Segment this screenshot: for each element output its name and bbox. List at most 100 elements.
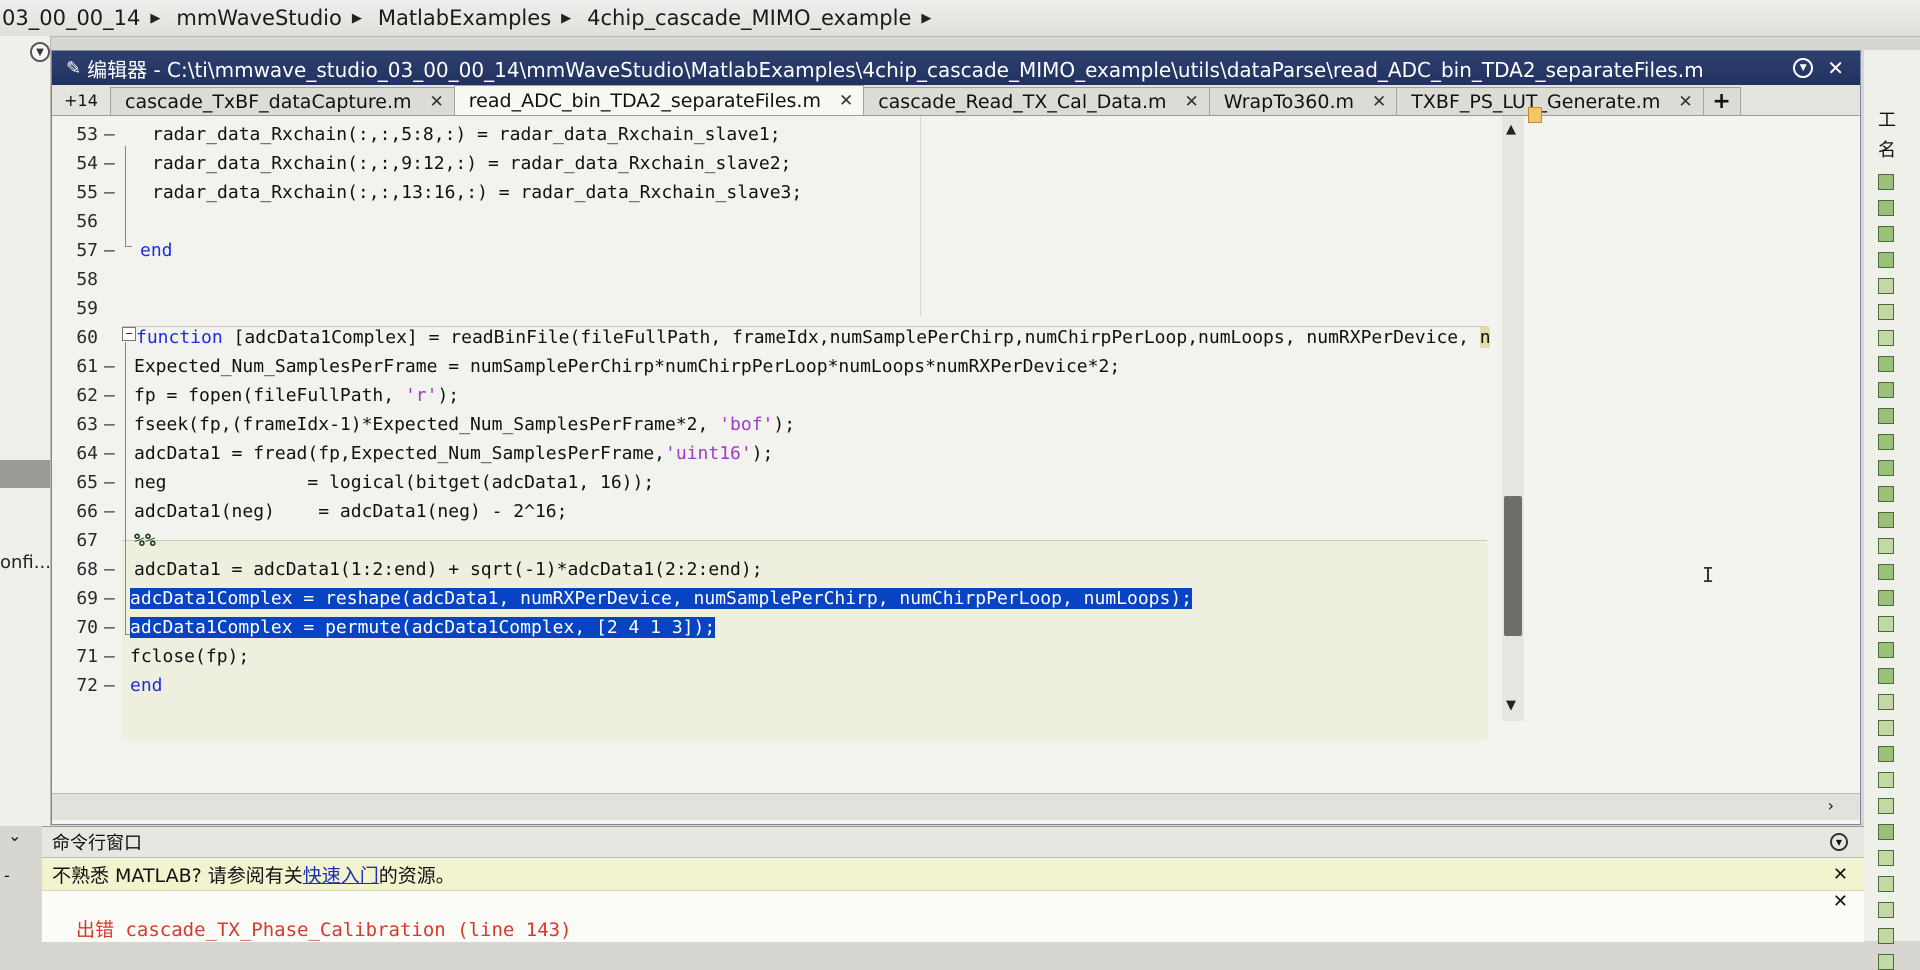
- breadcrumb-item-0[interactable]: 03_00_00_14 ▶: [0, 6, 170, 30]
- variable-icon[interactable]: [1878, 382, 1894, 398]
- tab-wrapto360[interactable]: WrapTo360.m ✕: [1208, 87, 1398, 115]
- tab-cascade-txbf-datacapture[interactable]: cascade_TxBF_dataCapture.m ✕: [110, 87, 455, 115]
- breakpoint-marker[interactable]: —: [104, 472, 115, 493]
- variable-icon[interactable]: [1878, 200, 1894, 216]
- command-window[interactable]: 命令行窗口 ▼ 不熟悉 MATLAB? 请参阅有关快速入门的资源。 ✕ ✕ 出错…: [42, 826, 1864, 942]
- tool-glyph[interactable]: 名: [1878, 136, 1896, 162]
- code-line[interactable]: 69 — adcData1Complex = reshape(adcData1,…: [52, 588, 1490, 617]
- code-line[interactable]: 66 — adcData1(neg) = adcData1(neg) - 2^1…: [52, 501, 1490, 530]
- quick-start-link[interactable]: 快速入门: [303, 865, 379, 887]
- code-line[interactable]: 68 — adcData1 = adcData1(1:2:end) + sqrt…: [52, 559, 1490, 588]
- breakpoint-marker[interactable]: —: [104, 240, 115, 261]
- code-line[interactable]: 57 — end: [52, 240, 1490, 269]
- variable-icon[interactable]: [1878, 356, 1894, 372]
- tab-overflow-count[interactable]: +14: [52, 91, 110, 110]
- tool-glyph[interactable]: 工: [1878, 106, 1896, 132]
- breakpoint-marker[interactable]: —: [104, 646, 115, 667]
- chevron-down-icon[interactable]: ⌄: [8, 826, 21, 845]
- code-line[interactable]: 64 — adcData1 = fread(fp,Expected_Num_Sa…: [52, 443, 1490, 472]
- breakpoint-marker[interactable]: —: [104, 559, 115, 580]
- scroll-down-icon[interactable]: ▼: [1506, 698, 1516, 713]
- variable-icon[interactable]: [1878, 564, 1894, 580]
- variable-icon[interactable]: [1878, 512, 1894, 528]
- variable-icon[interactable]: [1878, 824, 1894, 840]
- code-line[interactable]: 53 — radar_data_Rxchain(:,:,5:8,:) = rad…: [52, 124, 1490, 153]
- code-line[interactable]: 60 function [adcData1Complex] = readBinF…: [52, 327, 1490, 356]
- close-tab-icon[interactable]: ✕: [1185, 92, 1199, 112]
- variable-icon[interactable]: [1878, 902, 1894, 918]
- breakpoint-marker[interactable]: —: [104, 182, 115, 203]
- code-line[interactable]: 63 — fseek(fp,(frameIdx-1)*Expected_Num_…: [52, 414, 1490, 443]
- variable-icon[interactable]: [1878, 252, 1894, 268]
- breakpoint-marker[interactable]: —: [104, 617, 115, 638]
- variable-icon[interactable]: [1878, 694, 1894, 710]
- tab-read-adc-bin[interactable]: read_ADC_bin_TDA2_separateFiles.m ✕: [453, 85, 865, 115]
- breakpoint-marker[interactable]: —: [104, 588, 115, 609]
- code-line[interactable]: 59: [52, 298, 1490, 327]
- tab-cascade-read-tx-cal-data[interactable]: cascade_Read_TX_Cal_Data.m ✕: [863, 87, 1210, 115]
- code-line[interactable]: 70 — adcData1Complex = permute(adcData1C…: [52, 617, 1490, 646]
- variable-icon[interactable]: [1878, 278, 1894, 294]
- breakpoint-marker[interactable]: —: [104, 356, 115, 377]
- add-tab-button[interactable]: +: [1702, 87, 1741, 115]
- window-options-icon[interactable]: ▼: [1830, 833, 1848, 851]
- variable-icon[interactable]: [1878, 434, 1894, 450]
- variable-icon[interactable]: [1878, 226, 1894, 242]
- vertical-scrollbar[interactable]: ▲ ▼: [1502, 116, 1524, 721]
- code-line[interactable]: 62 — fp = fopen(fileFullPath, 'r');: [52, 385, 1490, 414]
- breakpoint-marker[interactable]: —: [104, 675, 115, 696]
- variable-icon[interactable]: [1878, 538, 1894, 554]
- breakpoint-marker[interactable]: —: [104, 153, 115, 174]
- horizontal-scrollbar[interactable]: ›: [52, 793, 1860, 820]
- close-tab-icon[interactable]: ✕: [839, 91, 853, 111]
- breakpoint-marker[interactable]: —: [104, 124, 115, 145]
- close-icon[interactable]: ✕: [1833, 891, 1848, 912]
- scroll-up-icon[interactable]: ▲: [1506, 122, 1516, 137]
- code-line[interactable]: 58: [52, 269, 1490, 298]
- code-analyzer-status-icon[interactable]: [1528, 107, 1542, 123]
- code-line[interactable]: 72 — end: [52, 675, 1490, 704]
- variable-icon[interactable]: [1878, 928, 1894, 944]
- error-message[interactable]: 出错 cascade_TX_Phase_Calibration (line 14…: [76, 915, 572, 942]
- code-line[interactable]: 61 — Expected_Num_SamplesPerFrame = numS…: [52, 356, 1490, 385]
- breadcrumb-item-2[interactable]: MatlabExamples ▶: [372, 6, 581, 30]
- close-tab-icon[interactable]: ✕: [1678, 92, 1692, 112]
- tab-txbf-ps-lut-generate[interactable]: TXBF_PS_LUT_Generate.m ✕: [1396, 87, 1704, 115]
- variable-icon[interactable]: [1878, 746, 1894, 762]
- variable-icon[interactable]: [1878, 954, 1894, 970]
- variable-icon[interactable]: [1878, 616, 1894, 632]
- variable-icon[interactable]: [1878, 408, 1894, 424]
- variable-icon[interactable]: [1878, 642, 1894, 658]
- variable-icon[interactable]: [1878, 304, 1894, 320]
- pane-options-icon[interactable]: ▼: [30, 42, 50, 62]
- close-tab-icon[interactable]: ✕: [430, 92, 444, 112]
- code-line[interactable]: 67 %%: [52, 530, 1490, 559]
- code-line[interactable]: 65 — neg = logical(bitget(adcData1, 16))…: [52, 472, 1490, 501]
- scroll-right-icon[interactable]: ›: [1828, 796, 1834, 815]
- variable-icon[interactable]: [1878, 720, 1894, 736]
- breakpoint-marker[interactable]: —: [104, 443, 115, 464]
- selected-file-row[interactable]: [0, 460, 50, 488]
- close-tab-icon[interactable]: ✕: [1372, 92, 1386, 112]
- breakpoint-marker[interactable]: —: [104, 385, 115, 406]
- close-notice-icon[interactable]: ✕: [1833, 864, 1848, 885]
- code-line[interactable]: 54 — radar_data_Rxchain(:,:,9:12,:) = ra…: [52, 153, 1490, 182]
- code-area[interactable]: − 53 — radar_data_Rxchain(:,:,5:8,:) = r…: [52, 116, 1490, 778]
- file-name-fragment[interactable]: onfi...: [0, 552, 51, 573]
- variable-icon[interactable]: [1878, 876, 1894, 892]
- variable-icon[interactable]: [1878, 668, 1894, 684]
- variable-icon[interactable]: [1878, 460, 1894, 476]
- breakpoint-marker[interactable]: —: [104, 501, 115, 522]
- variable-icon[interactable]: [1878, 330, 1894, 346]
- variable-icon[interactable]: [1878, 772, 1894, 788]
- variable-icon[interactable]: [1878, 850, 1894, 866]
- breadcrumb-item-1[interactable]: mmWaveStudio ▶: [170, 6, 371, 30]
- code-line[interactable]: 71 — fclose(fp);: [52, 646, 1490, 675]
- variable-icon[interactable]: [1878, 174, 1894, 190]
- chevron-right-icon[interactable]: ▶: [561, 11, 571, 26]
- variable-icon[interactable]: [1878, 486, 1894, 502]
- minimize-icon[interactable]: -: [4, 866, 10, 885]
- code-line[interactable]: 55 — radar_data_Rxchain(:,:,13:16,:) = r…: [52, 182, 1490, 211]
- chevron-right-icon[interactable]: ▶: [921, 11, 931, 26]
- breakpoint-marker[interactable]: —: [104, 414, 115, 435]
